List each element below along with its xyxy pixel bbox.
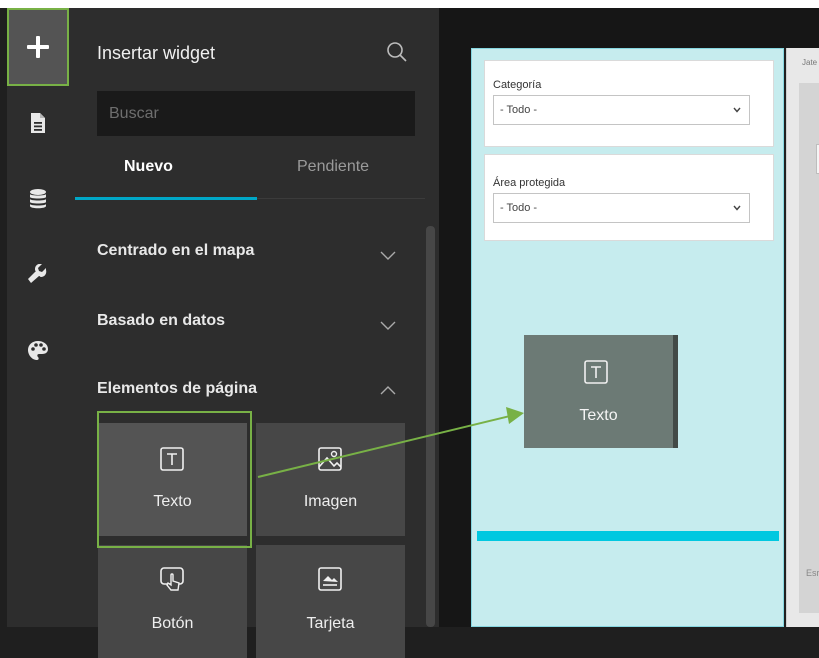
widget-tile-boton[interactable]: Botón <box>98 545 247 658</box>
section-basado-en-datos[interactable]: Basado en datos <box>97 312 397 352</box>
button-icon <box>160 567 184 591</box>
wrench-icon[interactable] <box>27 264 49 286</box>
tab-divider <box>257 198 425 199</box>
insert-widget-button[interactable] <box>7 8 69 86</box>
plus-icon <box>27 36 49 58</box>
image-icon <box>318 447 342 471</box>
tab-pendiente[interactable]: Pendiente <box>297 158 369 176</box>
panel-title: Insertar widget <box>97 43 216 63</box>
search-input[interactable] <box>97 91 415 136</box>
tile-label: Tarjeta <box>306 615 355 632</box>
filter-area-protegida: Área protegida - Todo - <box>484 154 774 241</box>
filter-categoria: Categoría - Todo - <box>484 60 774 147</box>
canvas-gutter <box>439 8 471 627</box>
drop-target-indicator <box>477 531 779 541</box>
protected-area-select[interactable]: - Todo - <box>493 193 750 223</box>
tile-label: Botón <box>151 615 194 632</box>
tile-label: Texto <box>579 407 618 424</box>
widget-tile-tarjeta[interactable]: Tarjeta <box>256 545 405 658</box>
chevron-down-icon <box>380 321 396 330</box>
palette-icon[interactable] <box>27 340 49 362</box>
text-icon <box>584 360 608 384</box>
chevron-down-icon <box>733 107 741 113</box>
category-select[interactable]: - Todo - <box>493 95 750 125</box>
widget-tile-texto[interactable]: Texto <box>98 423 247 536</box>
active-tab-indicator <box>75 197 257 200</box>
section-elementos-de-pagina[interactable]: Elementos de página <box>97 380 397 420</box>
left-rail <box>7 8 69 627</box>
select-value: - Todo - <box>500 202 538 214</box>
map-preview[interactable]: Jate Esri <box>786 48 819 627</box>
tab-nuevo[interactable]: Nuevo <box>124 158 173 176</box>
map-attribution: Esri <box>806 568 819 578</box>
filter-label: Área protegida <box>493 177 566 189</box>
tile-label: Texto <box>153 493 192 510</box>
filter-label: Categoría <box>493 79 542 91</box>
search-icon[interactable] <box>385 40 409 64</box>
select-value: - Todo - <box>500 104 538 116</box>
text-icon <box>160 447 184 471</box>
section-label: Elementos de página <box>97 380 258 397</box>
chevron-down-icon <box>380 251 396 260</box>
caption-strip <box>0 0 819 8</box>
section-label: Basado en datos <box>97 312 226 329</box>
canvas-top-bar <box>471 8 819 48</box>
panel-scrollbar[interactable] <box>426 226 435 627</box>
page-icon[interactable] <box>27 112 49 134</box>
widget-tile-imagen[interactable]: Imagen <box>256 423 405 536</box>
chevron-down-icon <box>733 205 741 211</box>
database-icon[interactable] <box>27 188 49 210</box>
tile-label: Imagen <box>303 493 358 510</box>
dropped-text-widget[interactable]: Texto <box>524 335 678 448</box>
section-label: Centrado en el mapa <box>97 242 255 259</box>
map-label: Jate <box>802 58 818 67</box>
section-centrado-en-el-mapa[interactable]: Centrado en el mapa <box>97 242 397 282</box>
card-icon <box>318 567 342 591</box>
chevron-up-icon <box>380 386 396 395</box>
